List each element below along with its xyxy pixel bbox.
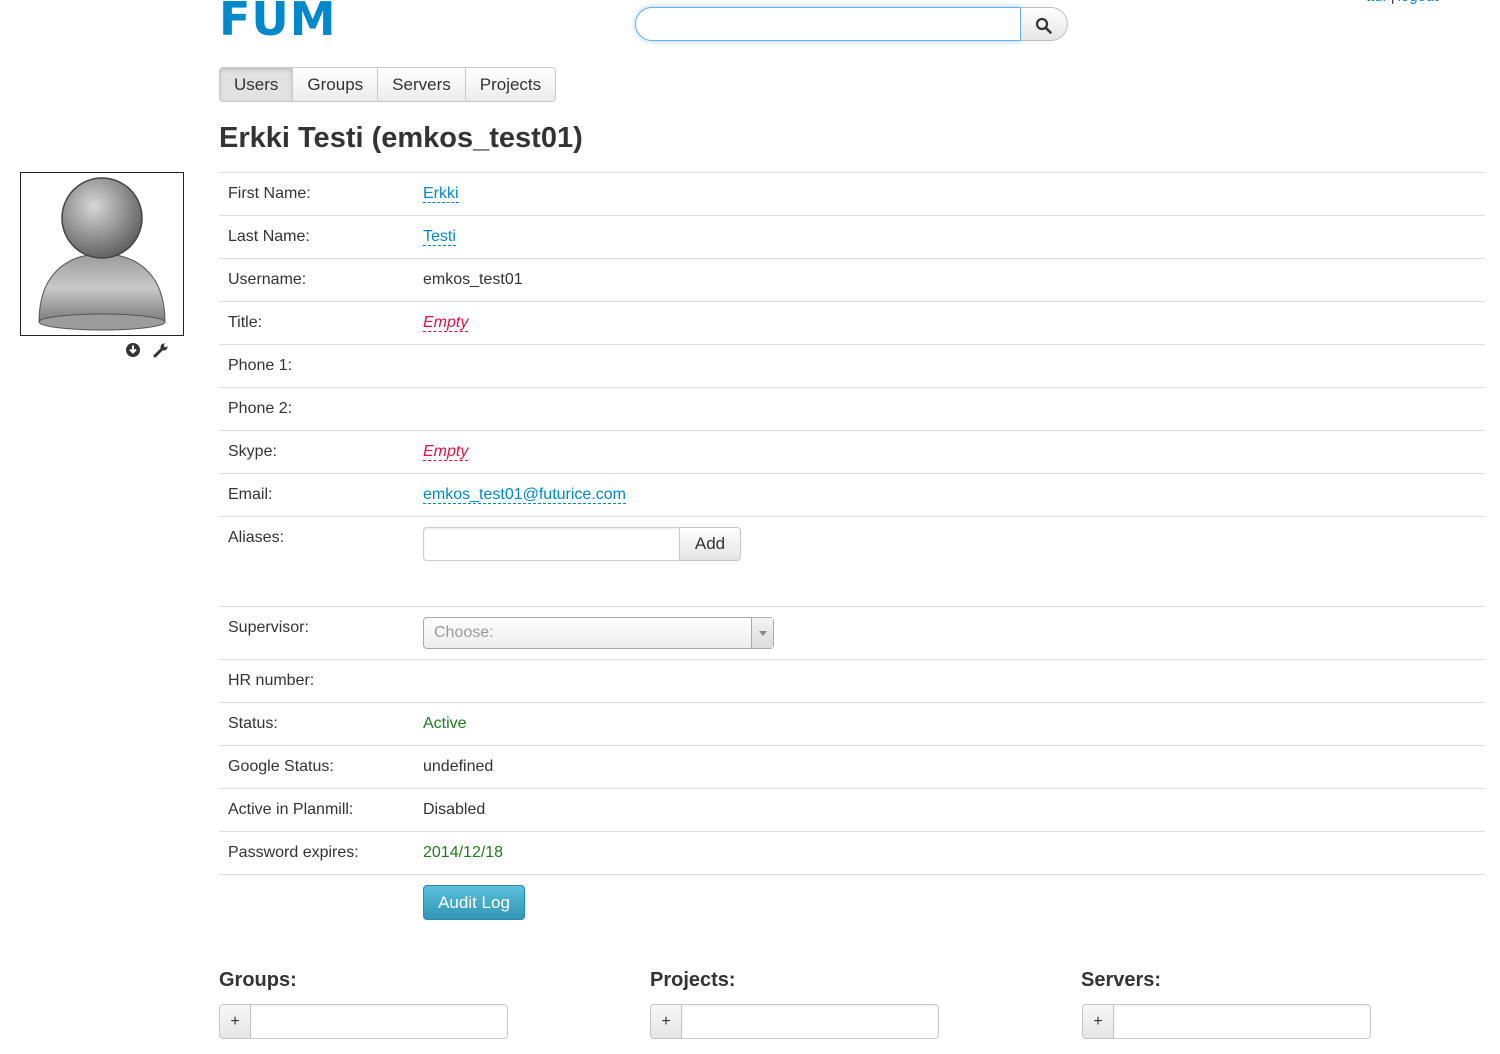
project-input[interactable] bbox=[682, 1004, 939, 1039]
row-last-name: Last Name: Testi bbox=[219, 215, 1485, 258]
email-label: Email: bbox=[228, 486, 273, 503]
supervisor-placeholder: Choose: bbox=[434, 624, 494, 641]
tab-servers[interactable]: Servers bbox=[378, 68, 466, 101]
alias-input-group: Add bbox=[423, 527, 741, 561]
audit-log-button[interactable]: Audit Log bbox=[423, 885, 525, 920]
add-alias-button[interactable]: Add bbox=[680, 527, 741, 561]
row-password-expires: Password expires: 2014/12/18 bbox=[219, 831, 1485, 874]
groups-section-title: Groups: bbox=[219, 969, 297, 991]
google-status-value: undefined bbox=[423, 758, 494, 775]
title-value[interactable]: Empty bbox=[423, 314, 469, 332]
first-name-value[interactable]: Erkki bbox=[423, 185, 459, 203]
supervisor-label: Supervisor: bbox=[228, 619, 309, 636]
user-details-table: First Name: Erkki Last Name: Testi Usern… bbox=[219, 172, 1485, 935]
logout-link[interactable]: logout bbox=[1398, 0, 1439, 5]
row-phone2: Phone 2: bbox=[219, 387, 1485, 430]
row-hr-number: HR number: bbox=[219, 659, 1485, 702]
user-links: ttur|logout bbox=[1366, 0, 1438, 5]
avatar[interactable] bbox=[20, 172, 184, 336]
chevron-down-icon[interactable] bbox=[751, 618, 773, 648]
row-supervisor: Supervisor: Choose: bbox=[219, 606, 1485, 659]
row-aliases: Aliases: Add bbox=[219, 516, 1485, 606]
username-label: Username: bbox=[228, 271, 307, 288]
status-label: Status: bbox=[228, 715, 278, 732]
status-value: Active bbox=[423, 715, 467, 732]
group-input[interactable] bbox=[251, 1004, 508, 1039]
main-nav: Users Groups Servers Projects bbox=[219, 67, 557, 102]
row-audit-log: Audit Log bbox=[219, 874, 1485, 935]
current-user-link[interactable]: ttur bbox=[1366, 0, 1388, 5]
row-skype: Skype: Empty bbox=[219, 430, 1485, 473]
phone1-label: Phone 1: bbox=[228, 357, 293, 374]
planmill-label: Active in Planmill: bbox=[228, 801, 354, 818]
servers-section-title: Servers: bbox=[1081, 969, 1162, 991]
row-planmill: Active in Planmill: Disabled bbox=[219, 788, 1485, 831]
email-value[interactable]: emkos_test01@futurice.com bbox=[423, 486, 626, 504]
projects-section-title: Projects: bbox=[650, 969, 736, 991]
user-silhouette-icon bbox=[38, 177, 166, 331]
add-project-button[interactable]: + bbox=[650, 1004, 682, 1039]
aliases-label: Aliases: bbox=[228, 529, 285, 546]
row-title: Title: Empty bbox=[219, 301, 1485, 344]
app-logo[interactable]: FUM bbox=[219, 0, 337, 44]
last-name-label: Last Name: bbox=[228, 228, 310, 245]
tab-users[interactable]: Users bbox=[220, 68, 294, 101]
phone2-label: Phone 2: bbox=[228, 400, 293, 417]
supervisor-select[interactable]: Choose: bbox=[423, 617, 774, 649]
tab-projects[interactable]: Projects bbox=[466, 68, 555, 101]
avatar-actions bbox=[125, 342, 169, 358]
tab-groups[interactable]: Groups bbox=[293, 68, 379, 101]
add-server-button[interactable]: + bbox=[1082, 1004, 1114, 1039]
skype-value[interactable]: Empty bbox=[423, 443, 469, 461]
row-google-status: Google Status: undefined bbox=[219, 745, 1485, 788]
row-email: Email: emkos_test01@futurice.com bbox=[219, 473, 1485, 516]
planmill-value: Disabled bbox=[423, 801, 486, 818]
server-input[interactable] bbox=[1114, 1004, 1371, 1039]
skype-label: Skype: bbox=[228, 443, 277, 460]
row-status: Status: Active bbox=[219, 702, 1485, 745]
search-button[interactable] bbox=[1021, 7, 1068, 41]
add-group-button[interactable]: + bbox=[219, 1004, 251, 1039]
title-label: Title: bbox=[228, 314, 263, 331]
groups-adder: + bbox=[219, 1004, 508, 1039]
search-icon bbox=[1035, 17, 1052, 34]
password-expires-value: 2014/12/18 bbox=[423, 844, 504, 861]
last-name-value[interactable]: Testi bbox=[423, 228, 456, 246]
row-first-name: First Name: Erkki bbox=[219, 172, 1485, 215]
search-input[interactable] bbox=[635, 7, 1021, 41]
search-bar bbox=[635, 7, 1068, 43]
wrench-icon[interactable] bbox=[153, 342, 169, 358]
row-username: Username: emkos_test01 bbox=[219, 258, 1485, 301]
hr-number-label: HR number: bbox=[228, 672, 315, 689]
link-separator: | bbox=[1391, 0, 1395, 5]
row-phone1: Phone 1: bbox=[219, 344, 1485, 387]
first-name-label: First Name: bbox=[228, 185, 311, 202]
google-status-label: Google Status: bbox=[228, 758, 334, 775]
page-title: Erkki Testi (emkos_test01) bbox=[219, 122, 583, 154]
projects-adder: + bbox=[650, 1004, 939, 1039]
servers-adder: + bbox=[1082, 1004, 1371, 1039]
username-value: emkos_test01 bbox=[423, 271, 523, 288]
alias-input[interactable] bbox=[423, 527, 680, 561]
download-icon[interactable] bbox=[125, 342, 141, 358]
password-expires-label: Password expires: bbox=[228, 844, 359, 861]
